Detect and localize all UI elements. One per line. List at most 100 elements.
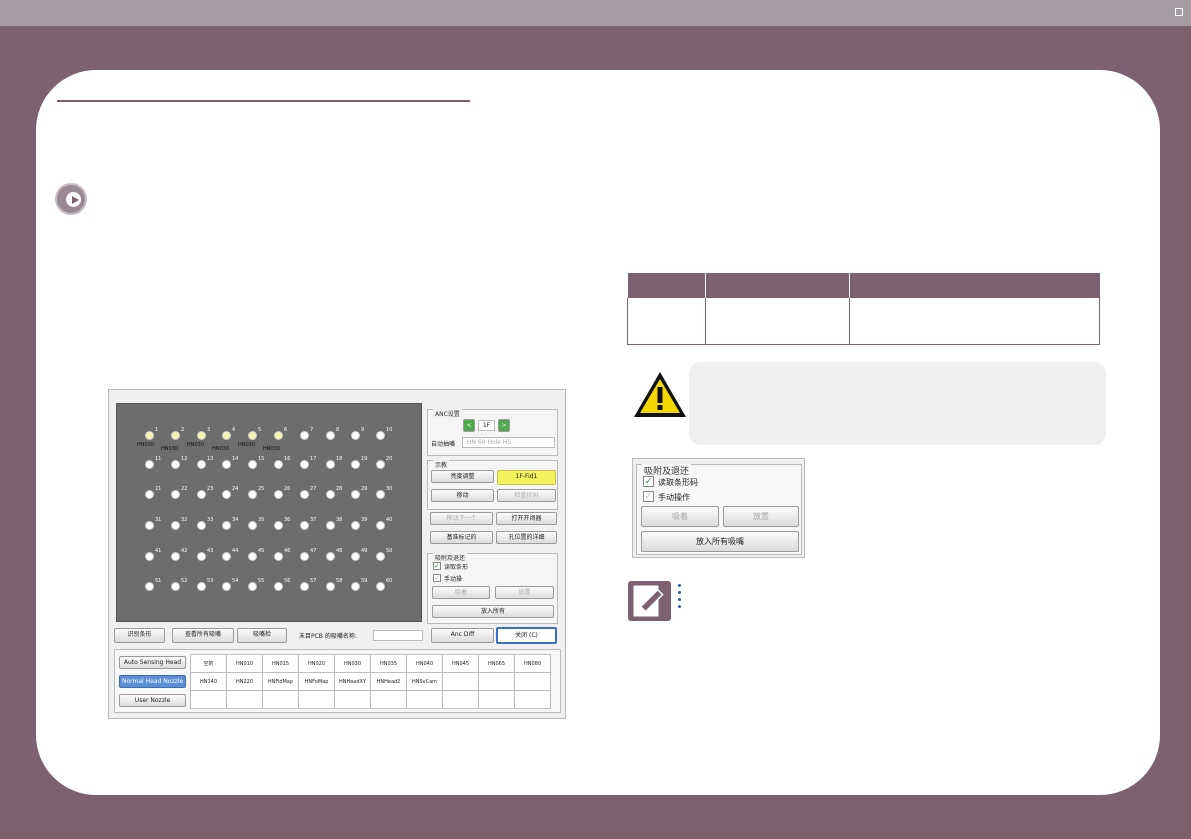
nozzle-slot[interactable]	[248, 582, 257, 591]
next-arrow-icon[interactable]: >	[498, 419, 510, 432]
auto-sensing-button[interactable]: Auto Sensing Head	[119, 656, 186, 669]
nozzle-slot[interactable]	[248, 552, 257, 561]
nozzle-cell[interactable]: HNHeadXY	[334, 672, 371, 691]
release-button[interactable]: 放置	[495, 586, 554, 599]
put-all-button-large[interactable]: 放入所有吸嘴	[641, 531, 799, 552]
nozzle-cell[interactable]	[262, 690, 299, 709]
nozzle-slot[interactable]	[248, 460, 257, 469]
nozzle-slot[interactable]	[300, 552, 309, 561]
nozzle-slot[interactable]	[274, 521, 283, 530]
nozzle-slot[interactable]	[171, 490, 180, 499]
nozzle-slot[interactable]	[274, 490, 283, 499]
suck-button[interactable]: 吸着	[432, 586, 490, 599]
nozzle-slot[interactable]	[376, 521, 385, 530]
nozzle-cell[interactable]: HNHead2	[370, 672, 407, 691]
nozzle-slot[interactable]	[376, 552, 385, 561]
nozzle-slot[interactable]	[326, 552, 335, 561]
nozzle-slot[interactable]	[248, 431, 257, 440]
nozzle-slot[interactable]	[274, 552, 283, 561]
layer-field[interactable]: 1F	[478, 420, 495, 431]
nozzle-slot[interactable]	[222, 521, 231, 530]
hole-detail-button[interactable]: 孔位置的详细	[496, 531, 557, 544]
nozzle-cell[interactable]	[442, 690, 479, 709]
nozzle-slot[interactable]	[222, 582, 231, 591]
nozzle-slot[interactable]	[300, 431, 309, 440]
nozzle-cell[interactable]	[406, 690, 443, 709]
nozzle-slot[interactable]	[171, 582, 180, 591]
nozzle-cell[interactable]: HN035	[370, 654, 407, 673]
nozzle-cell[interactable]: HN220	[226, 672, 263, 691]
normal-head-button[interactable]: Normal Head Nozzle	[119, 675, 186, 688]
nozzle-slot[interactable]	[376, 431, 385, 440]
nozzle-cell[interactable]: HN045	[442, 654, 479, 673]
nozzle-cell[interactable]: HNSvCam	[406, 672, 443, 691]
nozzle-check-button[interactable]: 吸嘴检	[237, 628, 287, 643]
nozzle-slot[interactable]	[376, 490, 385, 499]
suck-button-large[interactable]: 吸着	[641, 506, 719, 527]
nozzle-slot[interactable]	[222, 490, 231, 499]
nozzle-cell[interactable]	[298, 690, 335, 709]
nozzle-cell[interactable]	[514, 690, 551, 709]
nozzle-slot[interactable]	[300, 521, 309, 530]
nozzle-slot[interactable]	[145, 460, 154, 469]
nozzle-slot[interactable]	[274, 431, 283, 440]
nozzle-slot[interactable]	[197, 490, 206, 499]
nozzle-slot[interactable]	[376, 582, 385, 591]
nozzle-slot[interactable]	[222, 460, 231, 469]
nozzle-slot[interactable]	[376, 460, 385, 469]
nozzle-cell[interactable]: HNFoMap	[298, 672, 335, 691]
nozzle-cell[interactable]: HN015	[262, 654, 299, 673]
nozzle-slot[interactable]	[222, 431, 231, 440]
nozzle-cell[interactable]: HN020	[298, 654, 335, 673]
nozzle-slot[interactable]	[171, 552, 180, 561]
read-barcode-checkbox-large[interactable]: ✓	[643, 476, 654, 487]
nozzle-slot[interactable]	[326, 431, 335, 440]
nozzle-slot[interactable]	[351, 521, 360, 530]
manual-checkbox[interactable]: ✓	[433, 574, 441, 582]
put-all-button[interactable]: 放入所有	[432, 605, 554, 618]
nozzle-cell[interactable]	[334, 690, 371, 709]
read-barcode-checkbox[interactable]: ✓	[433, 562, 441, 570]
nozzle-slot[interactable]	[197, 431, 206, 440]
move-button[interactable]: 移动	[431, 489, 494, 502]
nozzle-cell[interactable]: HNFidMap	[262, 672, 299, 691]
recognize-button[interactable]: 识别条形	[114, 628, 165, 643]
nozzle-slot[interactable]	[248, 490, 257, 499]
nozzle-slot[interactable]	[351, 460, 360, 469]
nozzle-slot[interactable]	[248, 521, 257, 530]
nozzle-cell[interactable]	[478, 672, 515, 691]
base-mark-button[interactable]: 基准标记的	[430, 531, 493, 544]
nozzle-slot[interactable]	[197, 552, 206, 561]
nozzle-slot[interactable]	[326, 582, 335, 591]
user-nozzle-button[interactable]: User Nozzle	[119, 694, 186, 707]
nozzle-slot[interactable]	[145, 431, 154, 440]
nozzle-cell[interactable]: HN010	[226, 654, 263, 673]
nozzle-slot[interactable]	[326, 490, 335, 499]
brightness-button[interactable]: 亮度调整	[431, 470, 494, 483]
prev-arrow-icon[interactable]: <	[463, 419, 475, 432]
release-button-large[interactable]: 放置	[723, 506, 799, 527]
nozzle-cell[interactable]	[442, 672, 479, 691]
nozzle-cell[interactable]	[190, 690, 227, 709]
nozzle-slot[interactable]	[145, 521, 154, 530]
nozzle-slot[interactable]	[300, 460, 309, 469]
nozzle-slot[interactable]	[351, 582, 360, 591]
auto-select[interactable]: HN 60 Hole HS	[462, 437, 555, 448]
nozzle-slot[interactable]	[351, 431, 360, 440]
move-next-button[interactable]: 移动下一个	[430, 512, 493, 525]
nozzle-slot[interactable]	[197, 460, 206, 469]
nozzle-cell[interactable]	[514, 672, 551, 691]
anc-diff-button[interactable]: Anc Diff	[431, 628, 494, 643]
nozzle-slot[interactable]	[326, 521, 335, 530]
nozzle-slot[interactable]	[300, 490, 309, 499]
nozzle-cell[interactable]	[478, 690, 515, 709]
close-button[interactable]: 关闭 (C)	[496, 627, 557, 644]
nozzle-slot[interactable]	[197, 521, 206, 530]
nozzle-cell[interactable]: HN140	[190, 672, 227, 691]
nozzle-cell[interactable]: HN065	[478, 654, 515, 673]
open-closer-button[interactable]: 打开开闭器	[496, 512, 557, 525]
nozzle-slot[interactable]	[145, 552, 154, 561]
nozzle-cell[interactable]: 空的	[190, 654, 227, 673]
nozzle-slot[interactable]	[197, 582, 206, 591]
nozzle-slot[interactable]	[145, 582, 154, 591]
